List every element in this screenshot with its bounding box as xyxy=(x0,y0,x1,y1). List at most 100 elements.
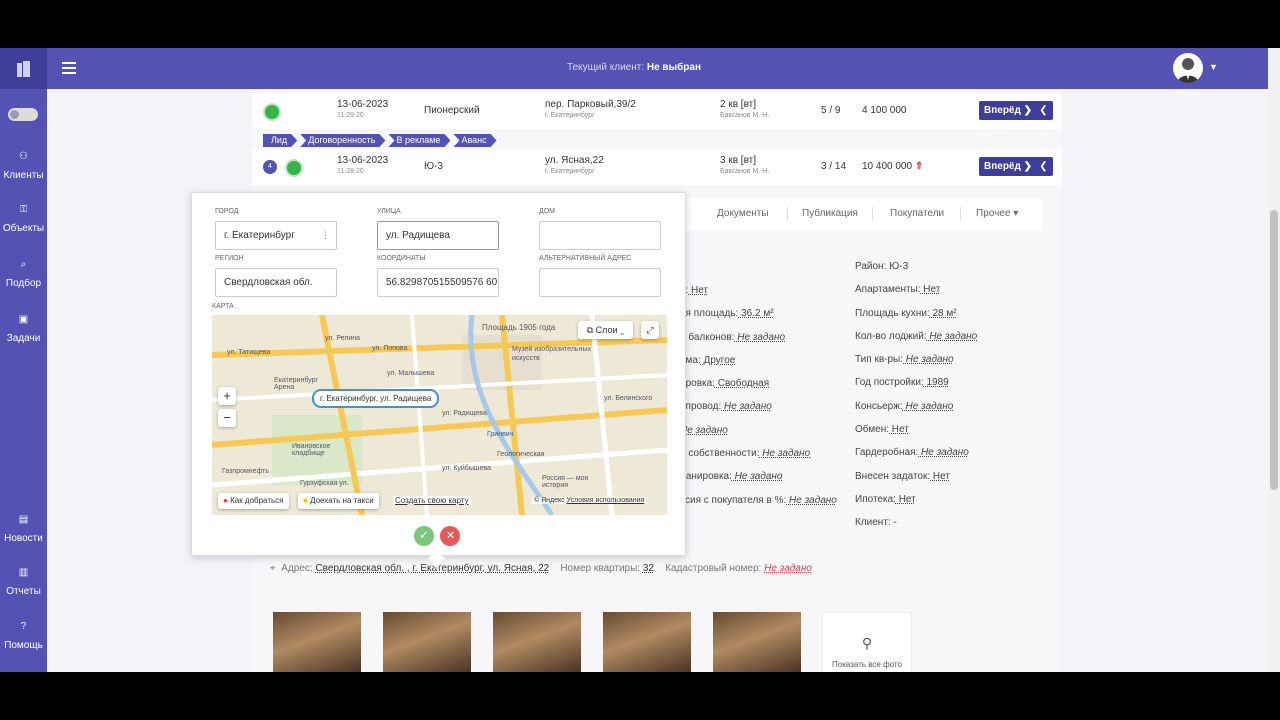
tab-other[interactable]: Прочее ▾ xyxy=(976,208,1018,219)
listing-row[interactable]: 4 13-06-2023 11:28:20 Ю-3 ул. Ясная,22 г… xyxy=(252,149,1062,185)
chevron-down-icon[interactable]: ▼ xyxy=(1209,62,1218,72)
property-value[interactable]: Нет xyxy=(921,284,940,295)
object-photo[interactable] xyxy=(383,612,471,672)
property-value[interactable]: Не задано xyxy=(927,331,977,342)
region-label: Регион xyxy=(215,255,244,262)
sidebar-item-news[interactable]: ▤ Новости xyxy=(0,514,47,544)
region-input[interactable]: Свердловская обл. xyxy=(215,268,337,297)
info-icon: ⋮ xyxy=(321,230,330,240)
avatar[interactable] xyxy=(1173,53,1203,83)
taxi-button[interactable]: ■ Доехать на такси xyxy=(298,493,379,509)
terms-link[interactable]: Условия использования xyxy=(567,497,645,504)
show-all-photos-button[interactable]: ⚲ Показать все фото xyxy=(822,612,912,672)
property-value[interactable]: Не задано xyxy=(918,447,969,458)
vertical-scrollbar[interactable] xyxy=(1268,48,1280,672)
object-photo[interactable] xyxy=(273,612,361,672)
map-street: ул. Белинского xyxy=(604,395,653,402)
stage-advertising[interactable]: В рекламе xyxy=(388,134,450,147)
property-value[interactable]: Другое xyxy=(701,355,736,366)
property-value[interactable]: 36.2 м² xyxy=(738,308,773,319)
listing-street: пер. Парковый,39/2 xyxy=(545,99,636,110)
house-input[interactable] xyxy=(539,221,661,250)
object-photo[interactable] xyxy=(493,612,581,672)
sidebar-item-help[interactable]: ? Помощь xyxy=(0,621,47,651)
flat-number-value[interactable]: 32 xyxy=(643,563,654,574)
listing-city: г. Екатеринбург xyxy=(545,168,595,175)
back-button[interactable]: ❮ xyxy=(1034,101,1053,120)
property-value[interactable]: Не задано xyxy=(721,401,772,412)
price-up-icon: ⇑ xyxy=(914,161,924,172)
tab-documents[interactable]: Документы xyxy=(717,208,769,219)
stage-agreement[interactable]: Договоренность xyxy=(300,134,385,147)
create-map-link[interactable]: Создать свою карту xyxy=(393,496,471,505)
property-value[interactable]: 1989 xyxy=(924,377,948,388)
property-label: Район: xyxy=(855,261,887,272)
property-value[interactable]: Не задано xyxy=(732,471,783,482)
property-value[interactable]: Нет xyxy=(889,424,909,435)
cancel-button[interactable] xyxy=(440,526,460,546)
sidebar-item-reports[interactable]: ▥ Отчеты xyxy=(0,567,47,597)
stage-deposit[interactable]: Аванс xyxy=(453,134,496,147)
alt-address-input[interactable] xyxy=(539,268,661,297)
map-place: Гринвич xyxy=(487,431,514,438)
listing-row[interactable]: 13-06-2023 11:29:20 Пионерский пер. Парк… xyxy=(252,93,1062,129)
sidebar-item-clients[interactable]: ⚇ Клиенты xyxy=(0,151,47,181)
listing-agent: Баксанов М. Н. xyxy=(720,168,770,175)
mode-toggle[interactable] xyxy=(8,108,38,121)
sidebar-item-tasks[interactable]: ▣ Задачи xyxy=(0,314,47,344)
scrollbar-thumb[interactable] xyxy=(1270,210,1278,490)
yandex-map[interactable]: Площадь 1905 года Музей изобразительных … xyxy=(212,315,667,515)
forward-button[interactable]: Вперёд ❯ xyxy=(979,157,1037,176)
map-place: Ивановское кладбище xyxy=(292,443,331,457)
listing-floor: 3 / 14 xyxy=(821,161,847,172)
map-place: Площадь 1905 года xyxy=(482,323,556,332)
cadastral-value[interactable]: Не задано xyxy=(764,563,812,574)
stage-lead[interactable]: Лид xyxy=(263,134,297,147)
coordinates-input[interactable]: 56.829870515509576 60. xyxy=(377,268,499,297)
current-client: Текущий клиент: Не выбран xyxy=(566,62,702,73)
map-street: ул. Малышева xyxy=(387,370,435,377)
property-value[interactable]: Нет xyxy=(930,471,950,482)
bulb-icon: ⚲ xyxy=(861,635,873,651)
property-value[interactable]: Не задано xyxy=(786,495,837,506)
tab-publication[interactable]: Публикация xyxy=(802,208,858,219)
street-input[interactable]: ул. Радищева xyxy=(377,221,499,250)
property-value[interactable]: Не задано xyxy=(680,425,728,436)
zoom-in-button[interactable]: + xyxy=(218,387,236,405)
property-row: ая площадь: 36.2 м² xyxy=(680,308,837,331)
current-client-value: Не выбран xyxy=(646,62,702,73)
property-value[interactable]: Не задано xyxy=(734,332,785,343)
property-value[interactable]: Свободная xyxy=(715,378,769,389)
tab-buyers[interactable]: Покупатели xyxy=(890,208,944,219)
property-row: Год постройки: 1989 xyxy=(855,377,977,400)
property-row: ировка: Свободная xyxy=(680,378,837,401)
zoom-out-button[interactable]: − xyxy=(218,409,236,427)
document-icon[interactable] xyxy=(285,159,303,177)
property-value[interactable]: Не задано xyxy=(903,354,954,365)
sidebar-item-selection[interactable]: ⌕ Подбор xyxy=(0,259,47,289)
taxi-icon: ■ xyxy=(303,496,308,505)
property-row: я: Нет xyxy=(680,285,837,308)
fullscreen-icon[interactable]: ⤢ xyxy=(641,321,659,339)
object-photo[interactable] xyxy=(603,612,691,672)
coordinates-label: Координаты xyxy=(377,255,426,262)
deal-stages: Лид Договоренность В рекламе Аванс xyxy=(263,134,500,147)
property-value[interactable]: Не задано xyxy=(760,448,810,459)
document-icon[interactable] xyxy=(263,103,281,121)
property-value[interactable]: 28 м² xyxy=(930,308,956,319)
property-row: ссия с покупателя в %: Не задано xyxy=(680,495,837,518)
property-label: Апартаменты: xyxy=(855,284,921,296)
city-input[interactable]: г. Екатеринбург ⋮ xyxy=(215,221,337,250)
layers-button[interactable]: ⧉ Слои ⌄ xyxy=(578,321,633,339)
property-value[interactable]: Нет xyxy=(688,285,708,296)
confirm-button[interactable] xyxy=(414,526,434,546)
route-button[interactable]: ● Как добраться xyxy=(218,493,289,509)
map-marker-label[interactable]: г. Екатеринбург, ул. Радищева xyxy=(312,389,440,408)
object-photo[interactable] xyxy=(713,612,801,672)
listing-city: г. Екатеринбург xyxy=(545,112,595,119)
property-value[interactable]: Не задано xyxy=(903,401,953,412)
back-button[interactable]: ❮ xyxy=(1034,157,1053,176)
sidebar-item-objects[interactable]: ⚿ Объекты xyxy=(0,204,47,234)
property-value[interactable]: Нет xyxy=(896,494,916,505)
forward-button[interactable]: Вперёд ❯ xyxy=(979,101,1037,120)
